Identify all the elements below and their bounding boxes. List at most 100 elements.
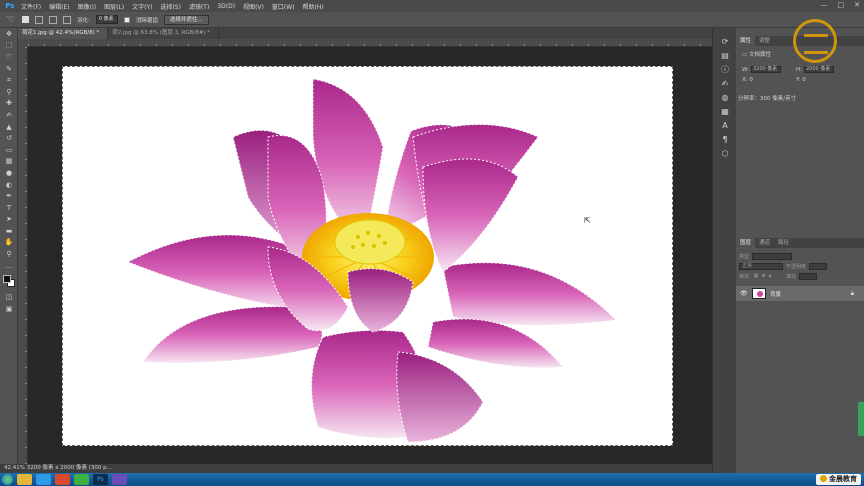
brand-badge: 金晨教育 — [816, 474, 861, 485]
menu-filter[interactable]: 滤镜(T) — [189, 2, 209, 11]
eraser-icon[interactable]: ▭ — [0, 144, 18, 156]
lasso-icon[interactable]: ➰ — [0, 51, 18, 63]
app2-taskbar-icon[interactable] — [112, 474, 127, 485]
right-panels: 属性 调整 ▭ 文档属性 W: 3200 像素 H: 2000 像素 X: 0 Y:… — [736, 28, 864, 473]
app-taskbar-icon[interactable] — [74, 474, 89, 485]
photoshop-taskbar-icon[interactable]: Ps — [93, 474, 108, 485]
path-select-icon[interactable]: ➤ — [0, 214, 18, 226]
history-brush-icon[interactable]: ↺ — [0, 132, 18, 144]
maximize-icon[interactable]: □ — [838, 1, 845, 9]
pen-icon[interactable]: ✒ — [0, 190, 18, 202]
3d-panel-icon[interactable]: ⬡ — [713, 146, 737, 160]
tab-document-1[interactable]: 荷花1.jpg @ 42.4%(RGB/8) * — [18, 28, 109, 39]
select-and-mask-button[interactable]: 选择并遮住... — [163, 14, 209, 25]
height-input[interactable]: 2000 像素 — [804, 66, 834, 73]
properties-panel-icon[interactable]: ▤ — [713, 48, 737, 62]
horizontal-ruler[interactable] — [28, 39, 712, 47]
subtract-selection-icon[interactable] — [48, 15, 57, 24]
color-panel-icon[interactable]: ◍ — [713, 90, 737, 104]
document-canvas[interactable] — [62, 66, 673, 446]
filter-kind-label[interactable]: 类型 — [739, 253, 749, 260]
move-icon[interactable]: ✥ — [0, 28, 18, 40]
menu-image[interactable]: 图像(I) — [78, 2, 96, 11]
marquee-icon[interactable]: ⬚ — [0, 40, 18, 52]
add-selection-icon[interactable] — [34, 15, 43, 24]
lasso-tool-preset-icon[interactable]: ➰ — [6, 15, 16, 24]
tab-properties[interactable]: 属性 — [736, 36, 756, 46]
windows-taskbar: Ps — [0, 473, 864, 486]
swatches-panel-icon[interactable]: ▦ — [713, 104, 737, 118]
lotus-flower-image — [126, 78, 618, 443]
visibility-eye-icon[interactable]: 👁︎ — [740, 290, 748, 297]
menu-window[interactable]: 窗口(W) — [272, 2, 295, 11]
quick-mask-icon[interactable]: ◫ — [0, 291, 18, 303]
menu-type[interactable]: 文字(Y) — [132, 2, 152, 11]
feather-input[interactable]: 0 像素 — [95, 15, 118, 24]
tab-channels[interactable]: 通道 — [755, 238, 774, 248]
menu-view[interactable]: 视图(V) — [243, 2, 264, 11]
antialias-checkbox[interactable] — [123, 16, 130, 23]
feather-label: 羽化: — [76, 17, 90, 24]
document-tabs: 荷花1.jpg @ 42.4%(RGB/8) * 荷2.jpg @ 63.8% … — [18, 28, 712, 39]
more-tools-icon[interactable]: … — [0, 260, 18, 272]
lock-pixels-icon[interactable]: ▦ — [754, 273, 759, 279]
width-input[interactable]: 3200 像素 — [750, 66, 781, 73]
lock-all-icon[interactable]: 🔒︎ — [769, 273, 772, 279]
character-panel-icon[interactable]: A — [713, 118, 737, 132]
menu-3d[interactable]: 3D(D) — [217, 3, 235, 10]
layer-name[interactable]: 背景 — [770, 290, 781, 298]
y-field: Y: 0 — [796, 77, 806, 83]
start-button-icon[interactable] — [2, 474, 13, 485]
new-selection-icon[interactable] — [21, 16, 29, 23]
tab-document-2[interactable]: 荷2.jpg @ 63.8% (图层 3, RGB/8#) * — [108, 28, 220, 39]
stamp-icon[interactable]: ▲ — [0, 121, 18, 133]
screen-mode-icon[interactable]: ▣ — [0, 303, 18, 315]
paragraph-panel-icon[interactable]: ¶ — [713, 132, 737, 146]
healing-icon[interactable]: ✚ — [0, 98, 18, 110]
x-field: X: 0 — [742, 77, 753, 83]
document-icon: ▭ — [742, 52, 749, 58]
height-field: H: 2000 像素 — [796, 66, 834, 73]
fill-input[interactable] — [799, 272, 818, 280]
blend-mode-select[interactable]: 正常 — [739, 262, 783, 270]
menu-select[interactable]: 选择(S) — [160, 2, 181, 11]
dodge-icon[interactable]: ◐ — [0, 179, 18, 191]
y-value[interactable]: 0 — [802, 77, 806, 83]
hand-icon[interactable]: ✋ — [0, 237, 18, 249]
layer-row-background[interactable]: 👁︎ 背景 🔒︎ — [736, 286, 864, 301]
color-swatches-icon[interactable] — [0, 271, 18, 291]
tab-paths[interactable]: 路径 — [774, 238, 793, 248]
tab-layers[interactable]: 图层 — [736, 238, 756, 248]
zoom-icon[interactable]: ⚲ — [0, 248, 18, 260]
menu-edit[interactable]: 编辑(E) — [49, 2, 69, 11]
panel-dock-icons: ⟳ ▤ ⓘ ✍ ◍ ▦ A ¶ ⬡ — [712, 28, 736, 473]
menu-file[interactable]: 文件(F) — [21, 2, 41, 11]
gradient-icon[interactable]: ▦ — [0, 156, 18, 168]
tab-adjustments[interactable]: 调整 — [755, 36, 774, 46]
blur-icon[interactable]: ● — [0, 167, 18, 179]
explorer-taskbar-icon[interactable] — [17, 474, 32, 485]
lock-position-icon[interactable]: ✥ — [761, 273, 765, 279]
browser-taskbar-icon[interactable] — [36, 474, 51, 485]
eyedropper-icon[interactable]: ⚲ — [0, 86, 18, 98]
crop-icon[interactable]: ⌗ — [0, 74, 18, 86]
shape-icon[interactable]: ▬ — [0, 225, 18, 237]
type-icon[interactable]: T — [0, 202, 18, 214]
vertical-ruler[interactable] — [18, 47, 28, 464]
x-value[interactable]: 0 — [749, 77, 753, 83]
panel-scrollbar[interactable] — [858, 402, 864, 436]
menu-help[interactable]: 帮助(H) — [303, 2, 324, 11]
brush-panel-icon[interactable]: ✍ — [713, 76, 737, 90]
menu-layer[interactable]: 图层(L) — [104, 2, 124, 11]
opacity-input[interactable] — [809, 262, 828, 270]
close-icon[interactable]: ✕ — [854, 1, 860, 9]
history-panel-icon[interactable]: ⟳ — [713, 34, 737, 48]
minimize-icon[interactable]: — — [821, 1, 828, 9]
info-panel-icon[interactable]: ⓘ — [713, 62, 737, 76]
quick-select-icon[interactable]: ✎ — [0, 63, 18, 75]
intersect-selection-icon[interactable] — [62, 15, 71, 24]
media-taskbar-icon[interactable] — [55, 474, 70, 485]
window-controls: — □ ✕ — [821, 1, 861, 9]
brush-icon[interactable]: ✍ — [0, 109, 18, 121]
layer-filter-box[interactable] — [752, 252, 793, 260]
